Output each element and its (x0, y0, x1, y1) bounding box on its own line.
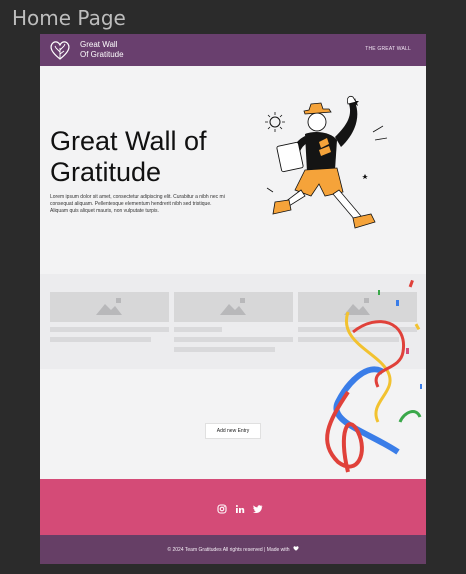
image-placeholder (174, 292, 293, 322)
social-icons (217, 501, 263, 514)
entry-card[interactable] (50, 292, 169, 342)
image-placeholder-icon (96, 298, 122, 315)
text-placeholder (174, 337, 293, 342)
nav-link-great-wall[interactable]: THE GREAT WALL (365, 46, 411, 52)
twitter-icon[interactable] (253, 501, 263, 513)
text-placeholder (50, 337, 152, 342)
site-header: Great Wall Of Gratitude THE GREAT WALL (40, 34, 426, 66)
image-placeholder (50, 292, 169, 322)
text-placeholder (174, 327, 222, 332)
text-placeholder (174, 347, 276, 352)
image-placeholder-icon (220, 298, 246, 315)
entry-card[interactable] (174, 292, 293, 352)
footer-copyright: © 2024 Team Gratitudes All rights reserv… (40, 546, 426, 553)
frame-title: Home Page (12, 6, 126, 30)
home-page: Great Wall Of Gratitude THE GREAT WALL G… (40, 34, 426, 564)
site-footer: © 2024 Team Gratitudes All rights reserv… (40, 535, 426, 564)
heart-tree-logo-icon[interactable] (49, 38, 71, 62)
text-placeholder (50, 327, 169, 332)
confetti-ribbons-decoration (325, 279, 422, 473)
hero-illustration (265, 96, 388, 229)
hero-title: Great Wall of Gratitude (50, 126, 207, 187)
linkedin-icon[interactable] (235, 501, 245, 513)
hero-description: Lorem ipsum dolor sit amet, consectetur … (50, 194, 225, 214)
instagram-icon[interactable] (217, 501, 227, 514)
brand-name[interactable]: Great Wall Of Gratitude (80, 40, 124, 60)
heart-icon (293, 546, 299, 553)
social-section (40, 479, 426, 535)
add-new-entry-button[interactable]: Add new Entry (205, 423, 261, 439)
